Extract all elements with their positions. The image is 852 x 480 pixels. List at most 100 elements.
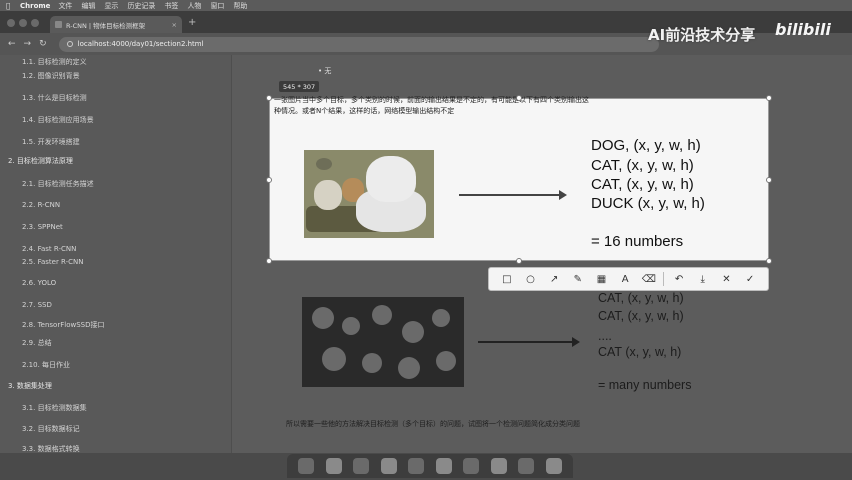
- menu-people[interactable]: 人物: [187, 1, 201, 11]
- app-icon[interactable]: [353, 458, 370, 474]
- bilibili-logo: bilibili: [775, 20, 831, 39]
- resize-handle[interactable]: [766, 95, 772, 101]
- minimize-window-button[interactable]: [19, 19, 27, 27]
- reload-icon[interactable]: ↻: [39, 39, 47, 49]
- paragraph-line-2: 种情况。或者N个结果，这样的话，网络模型输出结构不定: [274, 107, 455, 115]
- resize-handle[interactable]: [516, 95, 522, 101]
- menu-help[interactable]: 帮助: [233, 1, 247, 11]
- bullet-line: • 无: [318, 67, 332, 75]
- toc-item[interactable]: 2. 目标检测算法原理: [8, 156, 73, 166]
- tab-close-icon[interactable]: ×: [172, 21, 177, 29]
- download-tool-icon[interactable]: ⤓: [694, 270, 712, 288]
- output-line: CAT, (x, y, w, h): [591, 176, 694, 193]
- toc-item[interactable]: 2.3. SPPNet: [22, 223, 63, 231]
- maximize-window-button[interactable]: [31, 19, 39, 27]
- resize-handle[interactable]: [266, 258, 272, 264]
- tab-title: R-CNN | 物体目标检测框架: [66, 21, 146, 30]
- menu-bar:  Chrome 文件 编辑 显示 历史记录 书签 人物 窗口 帮助: [0, 0, 852, 11]
- menu-app-name[interactable]: Chrome: [20, 2, 50, 10]
- active-tab[interactable]: R-CNN | 物体目标检测框架 ×: [50, 16, 182, 33]
- menu-history[interactable]: 历史记录: [127, 1, 155, 11]
- app-icon[interactable]: [325, 458, 342, 474]
- url-text: localhost:4000/day01/section2.html: [77, 40, 204, 48]
- app-icon[interactable]: [463, 458, 480, 474]
- toc-item[interactable]: 3.2. 目标数据标记: [22, 424, 80, 434]
- output-line: CAT, (x, y, w, h): [591, 157, 694, 174]
- toc-item[interactable]: 1.5. 开发环境搭建: [22, 137, 80, 147]
- toc-item[interactable]: 2.4. Fast R-CNN: [22, 245, 76, 253]
- ellipse-tool-icon[interactable]: ○: [521, 270, 539, 288]
- cancel-tool-icon[interactable]: ✕: [717, 270, 735, 288]
- app-icon[interactable]: [380, 458, 397, 474]
- duck-shape: [316, 158, 332, 170]
- bottom-paragraph: 所以需要一些他的方法解决目标检测（多个目标）的问题，试图将一个检测问题简化成分类…: [286, 420, 580, 428]
- new-tab-button[interactable]: +: [188, 17, 196, 28]
- eraser-tool-icon[interactable]: ⌫: [640, 270, 658, 288]
- rectangle-tool-icon[interactable]: □: [498, 270, 516, 288]
- output-line: DUCK (x, y, w, h): [591, 195, 705, 212]
- close-window-button[interactable]: [7, 19, 15, 27]
- favicon-icon: [55, 21, 62, 28]
- finder-icon[interactable]: [298, 458, 315, 474]
- app-icon[interactable]: [490, 458, 507, 474]
- app-icon[interactable]: [518, 458, 535, 474]
- list2-line: ....: [598, 329, 612, 343]
- apple-icon[interactable]: : [6, 2, 16, 10]
- back-icon[interactable]: ←: [8, 39, 16, 49]
- capture-selection[interactable]: 一张图片当中多个目标，多个类别的时候，前面的输出结果是不定的，有可能是以下有四个…: [266, 95, 772, 264]
- resize-handle[interactable]: [516, 258, 522, 264]
- app-icon[interactable]: [435, 458, 452, 474]
- undo-tool-icon[interactable]: ↶: [670, 270, 688, 288]
- menu-bookmarks[interactable]: 书签: [164, 1, 178, 11]
- pen-tool-icon[interactable]: ✎: [569, 270, 587, 288]
- toc-item[interactable]: 2.2. R-CNN: [22, 201, 60, 209]
- toolbar-divider: [663, 272, 665, 286]
- nav-buttons: ← → ↻: [8, 39, 47, 49]
- annotation-toolbar: □ ○ ↗ ✎ ▦ A ⌫ ↶ ⤓ ✕ ✓: [488, 267, 769, 291]
- toc-item[interactable]: 2.1. 目标检测任务描述: [22, 179, 94, 189]
- confirm-tool-icon[interactable]: ✓: [741, 270, 759, 288]
- paragraph-line-1: 一张图片当中多个目标，多个类别的时候，前面的输出结果是不定的，有可能是以下有四个…: [274, 96, 589, 104]
- selection-size-label: 545 * 307: [279, 81, 320, 92]
- output-total: = 16 numbers: [591, 233, 684, 250]
- mosaic-tool-icon[interactable]: ▦: [592, 270, 610, 288]
- text-tool-icon[interactable]: A: [616, 270, 634, 288]
- toc-item[interactable]: 1.4. 目标检测应用场景: [22, 115, 94, 125]
- arrow-icon: [478, 337, 580, 347]
- trash-icon[interactable]: [545, 458, 562, 474]
- resize-handle[interactable]: [266, 177, 272, 183]
- toc-item[interactable]: 2.7. SSD: [22, 301, 52, 309]
- toc-item[interactable]: 3.1. 目标检测数据集: [22, 403, 87, 413]
- menu-view[interactable]: 显示: [104, 1, 118, 11]
- app-icon[interactable]: [408, 458, 425, 474]
- list2-line: CAT, (x, y, w, h): [598, 291, 684, 305]
- toc-item[interactable]: 3.3. 数据格式转换: [22, 444, 80, 453]
- toc-item[interactable]: 2.6. YOLO: [22, 279, 56, 287]
- resize-handle[interactable]: [766, 258, 772, 264]
- toc-item[interactable]: 1.1. 目标检测的定义: [22, 57, 87, 67]
- toc-item[interactable]: 2.8. TensorFlowSSD接口: [22, 320, 104, 330]
- resize-handle[interactable]: [266, 95, 272, 101]
- forward-icon[interactable]: →: [24, 39, 32, 49]
- list2-line: CAT (x, y, w, h): [598, 345, 682, 359]
- output-line: DOG, (x, y, w, h): [591, 137, 701, 154]
- info-icon[interactable]: [66, 41, 73, 47]
- toc-item[interactable]: 3. 数据集处理: [8, 381, 52, 391]
- toc-item[interactable]: 2.5. Faster R-CNN: [22, 258, 84, 266]
- arrow-tool-icon[interactable]: ↗: [545, 270, 563, 288]
- animals-photo: [304, 150, 434, 238]
- toc-item[interactable]: 2.9. 总结: [22, 338, 52, 348]
- channel-watermark: AI前沿技术分享: [648, 26, 756, 44]
- menu-edit[interactable]: 编辑: [81, 1, 95, 11]
- arrow-icon: [459, 190, 567, 200]
- dock: [287, 454, 573, 478]
- toc-item[interactable]: 1.3. 什么是目标检测: [22, 93, 87, 103]
- menu-window[interactable]: 窗口: [210, 1, 224, 11]
- menu-file[interactable]: 文件: [58, 1, 72, 11]
- resize-handle[interactable]: [766, 177, 772, 183]
- list2-line: CAT, (x, y, w, h): [598, 309, 684, 323]
- toc-item[interactable]: 1.2. 图像识别背景: [22, 71, 80, 81]
- toc-sidebar: 1.1. 目标检测的定义 1.2. 图像识别背景 1.3. 什么是目标检测 1.…: [0, 55, 232, 453]
- address-bar[interactable]: localhost:4000/day01/section2.html: [58, 36, 659, 52]
- toc-item[interactable]: 2.10. 每日作业: [22, 360, 70, 370]
